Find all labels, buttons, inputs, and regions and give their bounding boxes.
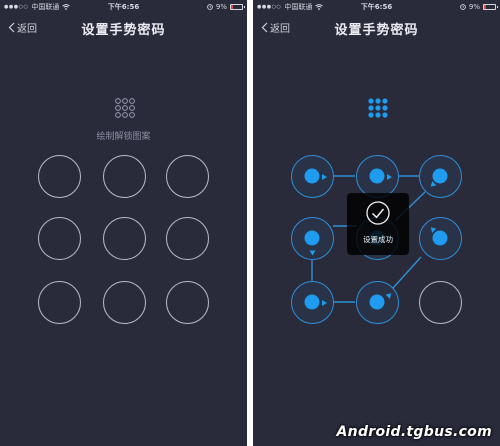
pattern-node-dot — [304, 168, 320, 184]
nav-bar: 返回 设置手势密码 — [0, 14, 247, 44]
direction-arrow-icon — [385, 290, 393, 299]
page-title: 设置手势密码 — [81, 23, 166, 38]
pattern-node[interactable] — [355, 280, 399, 324]
pattern-node[interactable] — [290, 154, 334, 198]
pattern-node-dot — [304, 294, 320, 310]
checkmark-icon — [366, 201, 390, 225]
grid-dots-icon — [115, 98, 135, 118]
pattern-node[interactable] — [290, 280, 334, 324]
pattern-node-dot — [369, 294, 385, 310]
pattern-node[interactable] — [37, 280, 81, 324]
pattern-node[interactable] — [418, 216, 462, 260]
success-toast: 设置成功 — [347, 193, 409, 255]
direction-arrow-icon — [386, 173, 392, 180]
pattern-node[interactable] — [290, 216, 334, 260]
screen-right: ●●●○○ 中国联通 下午6:56 9% 返回 设置手势密码 设置成功 — [253, 0, 500, 446]
pattern-node-dot — [369, 168, 385, 184]
pattern-node-dot — [432, 230, 448, 246]
pattern-node-dot — [304, 230, 320, 246]
pattern-node[interactable] — [102, 280, 146, 324]
toast-message: 设置成功 — [363, 235, 393, 244]
direction-arrow-icon — [321, 173, 327, 180]
direction-arrow-icon — [321, 299, 327, 306]
screen-left: ●●●○○ 中国联通 下午6:56 9% 返回 设置手势密码 绘制解锁图案 — [0, 0, 247, 446]
pattern-node[interactable] — [165, 280, 209, 324]
pattern-node[interactable] — [165, 216, 209, 260]
pattern-node[interactable] — [102, 216, 146, 260]
pattern-node[interactable] — [418, 280, 462, 324]
battery-icon — [230, 4, 245, 10]
pattern-node[interactable] — [102, 154, 146, 198]
pattern-node[interactable] — [37, 216, 81, 260]
battery-percent: 9% — [215, 3, 227, 11]
pattern-node[interactable] — [37, 154, 81, 198]
pattern-node-dot — [432, 168, 448, 184]
watermark: Android.tgbus.com — [336, 424, 492, 440]
draw-pattern-hint: 绘制解锁图案 — [96, 132, 151, 142]
status-bar: ●●●○○ 中国联通 下午6:56 9% — [0, 0, 247, 14]
pattern-node[interactable] — [418, 154, 462, 198]
direction-arrow-icon — [309, 250, 315, 255]
pattern-node[interactable] — [165, 154, 209, 198]
pattern-node[interactable] — [355, 154, 399, 198]
alarm-icon — [207, 4, 213, 10]
